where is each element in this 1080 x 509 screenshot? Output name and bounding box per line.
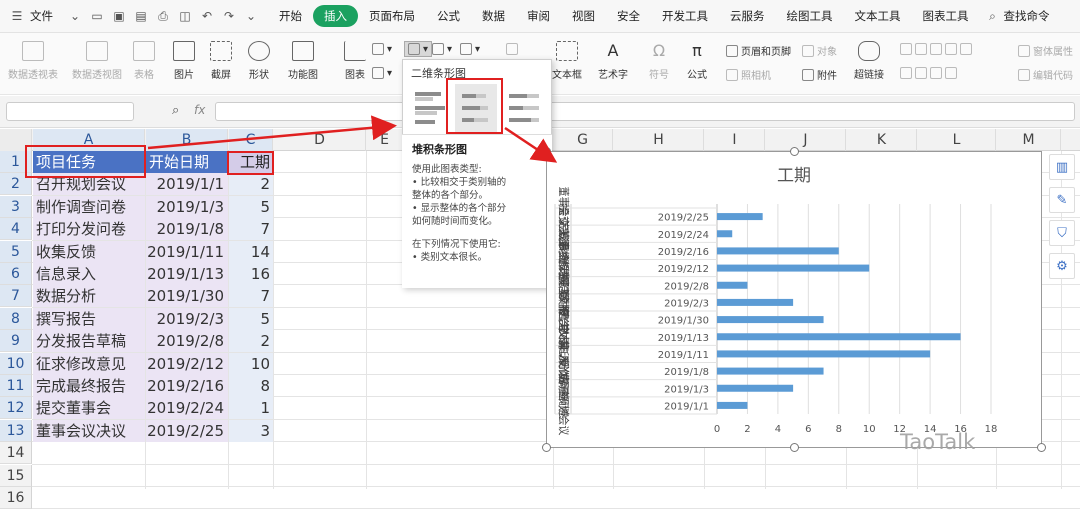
arrow-to-chart (504, 126, 558, 163)
row-header[interactable]: 16 (0, 487, 32, 509)
watermark: TaoTalk (900, 430, 976, 454)
arrow-to-dropdown (147, 115, 397, 150)
annotation-arrows (147, 115, 558, 163)
